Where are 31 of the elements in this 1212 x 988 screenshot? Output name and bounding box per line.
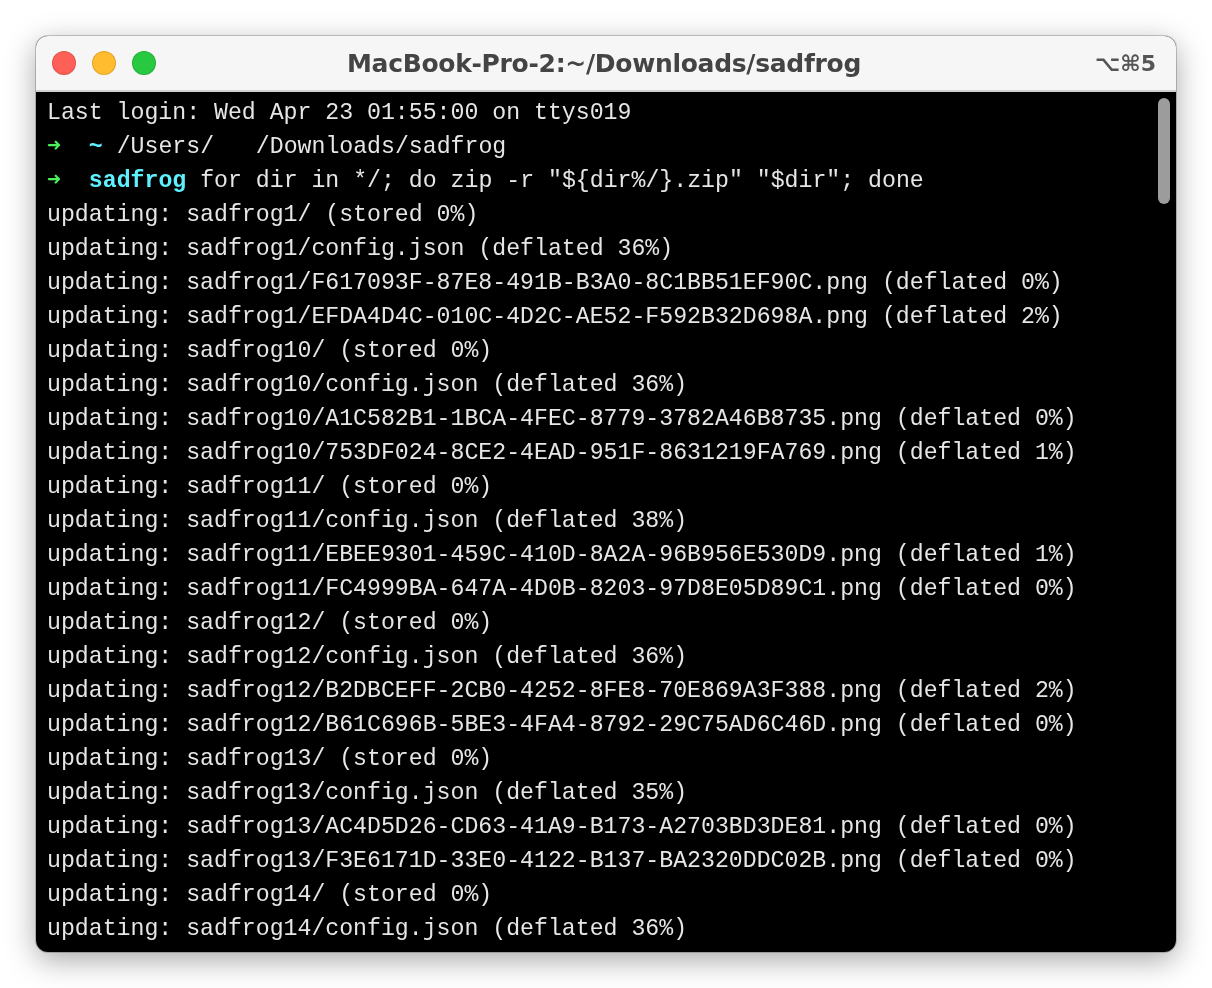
output-line: updating: sadfrog12/B61C696B-5BE3-4FA4-8792-29C75AD6C46D.png (deflated 0%) [47, 711, 1077, 740]
output-line: updating: sadfrog11/config.json (deflated 38%) [47, 507, 689, 536]
output-line: updating: sadfrog11/EBEE9301-459C-410D-8A2A-96B956E530D9.png (deflated 1%) [47, 541, 1077, 570]
prompt-line: ➜ sadfrog for dir in */; do zip -r "${dir%/}.zip" "$dir"; done [47, 167, 925, 196]
output-line: updating: sadfrog13/config.json (deflated 35%) [47, 779, 689, 808]
output-line: updating: sadfrog14/config.json (deflated 36%) [47, 915, 689, 944]
output-line: updating: sadfrog11/ (stored 0%) [47, 473, 494, 502]
output-line: updating: sadfrog1/config.json (deflated 36%) [47, 235, 675, 264]
output-line: updating: sadfrog13/F3E6171D-33E0-4122-B137-BA2320DDC02B.png (deflated 0%) [47, 847, 1077, 876]
close-button[interactable] [52, 51, 76, 75]
output-line: updating: sadfrog14/ (stored 0%) [47, 881, 494, 910]
prompt-line: ➜ ~ /Users/ /Downloads/sadfrog [47, 133, 508, 162]
output-line: updating: sadfrog11/FC4999BA-647A-4D0B-8203-97D8E05D89C1.png (deflated 0%) [47, 575, 1077, 604]
output-line: updating: sadfrog10/753DF024-8CE2-4EAD-951F-8631219FA769.png (deflated 1%) [47, 439, 1077, 468]
shortcut-label: ⌥⌘5 [1094, 50, 1156, 76]
output-line: updating: sadfrog1/F617093F-87E8-491B-B3A0-8C1BB51EF90C.png (deflated 0%) [47, 269, 1064, 298]
output-line: updating: sadfrog12/ (stored 0%) [47, 609, 494, 638]
output-line: updating: sadfrog10/A1C582B1-1BCA-4FEC-8779-3782A46B8735.png (deflated 0%) [47, 405, 1077, 434]
output-line: updating: sadfrog12/B2DBCEFF-2CB0-4252-8FE8-70E869A3F388.png (deflated 2%) [47, 677, 1077, 706]
window-title: MacBook-Pro-2:~/Downloads/sadfrog [347, 48, 861, 78]
output-line: updating: sadfrog1/ (stored 0%) [47, 201, 480, 230]
output-line: updating: sadfrog10/ (stored 0%) [47, 337, 494, 366]
output-line: updating: sadfrog12/config.json (deflated 36%) [47, 643, 689, 672]
output-line: Last login: Wed Apr 23 01:55:00 on ttys019 [47, 99, 633, 128]
output-line: updating: sadfrog1/EFDA4D4C-010C-4D2C-AE52-F592B32D698A.png (deflated 2%) [47, 303, 1064, 332]
scrollbar-thumb[interactable] [1158, 98, 1170, 204]
minimize-button[interactable] [92, 51, 116, 75]
output-line: updating: sadfrog13/AC4D5D26-CD63-41A9-B173-A2703BD3DE81.png (deflated 0%) [47, 813, 1077, 842]
output-line: updating: sadfrog10/config.json (deflated 36%) [47, 371, 689, 400]
zoom-button[interactable] [132, 51, 156, 75]
output-line: updating: sadfrog13/ (stored 0%) [47, 745, 494, 774]
